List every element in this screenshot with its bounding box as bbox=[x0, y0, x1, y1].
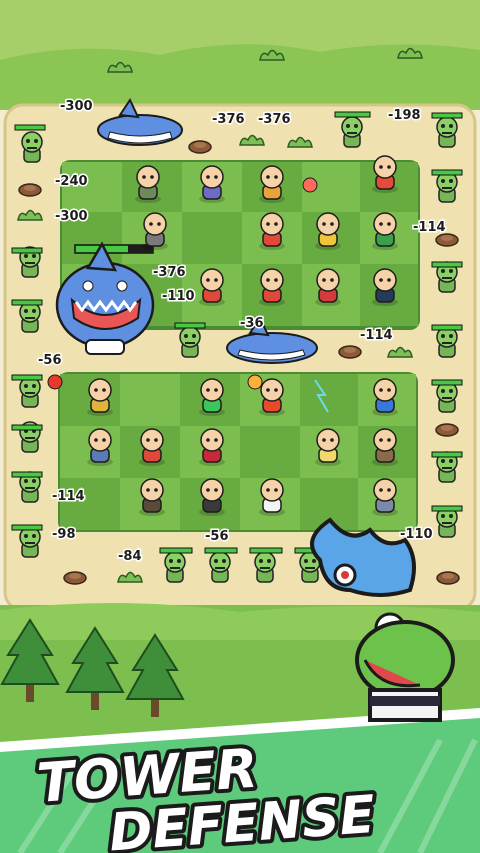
damage-number: -56 bbox=[205, 529, 229, 544]
game-scene: -300 -376 -376 -198 -240 -300 -114 -376 … bbox=[0, 0, 480, 853]
damage-number: -376 bbox=[153, 265, 186, 280]
damage-number: -36 bbox=[240, 316, 264, 331]
damage-number: -114 bbox=[360, 328, 393, 343]
damage-number: -240 bbox=[55, 174, 88, 189]
damage-number: -198 bbox=[388, 108, 421, 123]
damage-number: -114 bbox=[52, 489, 85, 504]
damage-number: -114 bbox=[413, 220, 446, 235]
damage-number: -110 bbox=[162, 289, 195, 304]
damage-number: -98 bbox=[52, 527, 76, 542]
damage-number: -300 bbox=[55, 209, 88, 224]
damage-number: -376 bbox=[258, 112, 291, 127]
lower-board bbox=[60, 374, 416, 530]
damage-number: -56 bbox=[38, 353, 62, 368]
damage-number: -376 bbox=[212, 112, 245, 127]
damage-number: -84 bbox=[118, 549, 142, 564]
damage-number: -300 bbox=[60, 99, 93, 114]
